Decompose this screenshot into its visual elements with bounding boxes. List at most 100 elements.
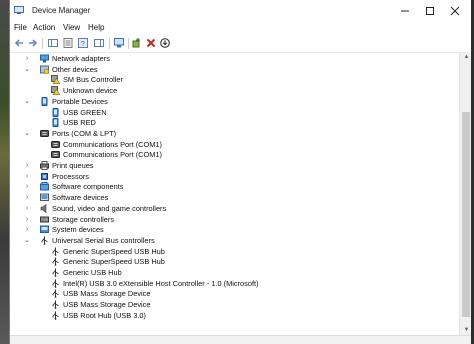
device-manager-app-icon <box>14 6 24 14</box>
tree-item-label: Sound, video and game controllers <box>52 203 167 213</box>
tree-device-item[interactable]: SM Bus Controller <box>51 74 123 85</box>
tree-category[interactable]: Network adapters <box>40 53 110 64</box>
tree-category[interactable]: Print queues <box>40 160 94 171</box>
tree-item-label: Generic SuperSpeed USB Hub <box>63 257 165 267</box>
update-driver-button[interactable] <box>131 37 143 49</box>
tree-category[interactable]: Ports (COM & LPT) <box>40 128 116 139</box>
tree-category[interactable]: Software components <box>40 181 123 192</box>
chevron-right-icon[interactable]: › <box>23 181 31 192</box>
scroll-up-arrow[interactable]: ▲ <box>460 52 471 62</box>
back-arrow-icon <box>14 39 23 47</box>
scroll-down-arrow[interactable]: ▼ <box>460 325 471 335</box>
tree-category[interactable]: Universal Serial Bus controllers <box>40 235 155 246</box>
close-button[interactable] <box>440 2 470 20</box>
status-bar <box>10 335 471 344</box>
forward-button[interactable] <box>27 37 39 49</box>
tree-device-item[interactable]: Generic SuperSpeed USB Hub <box>51 256 165 267</box>
tree-item-label: USB Root Hub (USB 3.0) <box>63 310 146 320</box>
tree-device-item[interactable]: USB GREEN <box>51 107 107 118</box>
tree-item-label: Print queues <box>52 161 94 170</box>
menu-view[interactable]: View <box>63 23 80 32</box>
tree-item-label: Unknown device <box>63 86 118 96</box>
tree-device-item[interactable]: USB RED <box>51 117 96 128</box>
tree-category[interactable]: Portable Devices <box>40 96 108 107</box>
menu-action[interactable]: Action <box>33 23 55 32</box>
svg-text:?: ? <box>81 41 85 48</box>
chevron-right-icon[interactable]: › <box>23 203 31 214</box>
port-icon <box>40 129 49 137</box>
chevron-right-icon[interactable]: › <box>23 192 31 203</box>
tree-category[interactable]: Storage controllers <box>40 214 114 225</box>
tree-item-label: Network adapters <box>52 54 110 63</box>
tree-device-item[interactable]: Communications Port (COM1) <box>51 149 162 160</box>
close-icon <box>450 6 460 16</box>
tree-device-item[interactable]: Unknown device <box>51 85 117 96</box>
device-manager-window: Device Manager File Action View Help ? ›… <box>9 0 471 344</box>
usb-icon <box>52 311 59 320</box>
chevron-right-icon[interactable]: › <box>23 160 31 171</box>
chevron-down-icon[interactable]: ⌄ <box>23 128 31 139</box>
device-tree: › Network adapters ⌄ Other devices SM Bus Co… <box>10 52 457 335</box>
tree-item-label: Communications Port (COM1) <box>63 139 162 149</box>
show-hide-console-tree-button[interactable] <box>47 37 59 49</box>
tree-device-item[interactable]: USB Root Hub (USB 3.0) <box>51 310 146 321</box>
chevron-down-icon[interactable]: ⌄ <box>23 235 31 246</box>
tree-item-label: USB GREEN <box>63 107 107 117</box>
software-device-icon <box>40 193 49 202</box>
tree-category[interactable]: Software devices <box>40 192 108 203</box>
tree-category[interactable]: Other devices <box>40 64 98 75</box>
tree-device-item[interactable]: Generic USB Hub <box>51 267 122 278</box>
network-adapter-icon <box>40 54 49 63</box>
tree-item-label: Communications Port (COM1) <box>63 150 162 160</box>
chevron-right-icon[interactable]: › <box>23 171 31 182</box>
chevron-down-icon[interactable]: ⌄ <box>23 64 31 75</box>
tree-device-item[interactable]: USB Mass Storage Device <box>51 288 151 299</box>
chevron-right-icon[interactable]: › <box>23 53 31 64</box>
title-bar[interactable]: Device Manager <box>10 0 471 22</box>
properties-button[interactable] <box>62 37 74 49</box>
tree-item-label: Other devices <box>52 64 98 74</box>
usb-icon <box>52 268 59 277</box>
tree-device-item[interactable]: USB Mass Storage Device <box>51 299 151 310</box>
tree-item-label: Generic SuperSpeed USB Hub <box>63 246 165 256</box>
tree-device-item[interactable]: Intel(R) USB 3.0 eXtensible Host Control… <box>51 278 259 289</box>
desktop-background <box>0 0 9 344</box>
action-pane-button[interactable] <box>93 37 105 49</box>
console-tree-icon <box>48 39 58 47</box>
tree-device-item[interactable]: Communications Port (COM1) <box>51 139 162 150</box>
toolbar-separator <box>109 38 110 49</box>
toolbar: ? <box>10 35 471 53</box>
tree-item-label: USB Mass Storage Device <box>63 289 151 299</box>
help-icon: ? <box>78 38 88 48</box>
portable-device-icon <box>52 118 59 128</box>
back-button[interactable] <box>13 37 25 49</box>
window-title: Device Manager <box>32 6 91 15</box>
usb-icon <box>52 247 59 256</box>
menu-help[interactable]: Help <box>88 23 104 32</box>
vertical-scrollbar[interactable]: ▲ ▼ <box>459 52 471 335</box>
tree-item-label: Software devices <box>52 193 109 203</box>
system-device-icon <box>40 225 49 234</box>
other-devices-icon <box>40 65 49 74</box>
unknown-device-warning-icon <box>51 86 60 96</box>
tree-item-label: SM Bus Controller <box>63 75 123 85</box>
update-driver-icon <box>132 38 140 48</box>
chevron-down-icon[interactable]: ⌄ <box>23 96 31 107</box>
tree-device-item[interactable]: Generic SuperSpeed USB Hub <box>51 246 165 257</box>
tree-item-label: Processors <box>52 171 89 181</box>
uninstall-device-button[interactable] <box>145 37 157 49</box>
toolbar-separator <box>42 38 43 49</box>
unknown-device-warning-icon <box>51 75 60 85</box>
tree-category[interactable]: Sound, video and game controllers <box>40 203 166 214</box>
chevron-right-icon[interactable]: › <box>23 224 31 235</box>
chevron-right-icon[interactable]: › <box>23 214 31 225</box>
tree-category[interactable]: System devices <box>40 224 104 235</box>
scrollbar-thumb[interactable] <box>462 112 470 317</box>
printer-icon <box>40 161 49 170</box>
tree-category[interactable]: Processors <box>40 171 89 182</box>
uninstall-x-icon <box>146 38 156 48</box>
help-button[interactable]: ? <box>77 37 89 49</box>
scan-hardware-changes-button[interactable] <box>113 37 125 49</box>
menu-file[interactable]: File <box>14 23 27 32</box>
disable-device-button[interactable] <box>159 37 171 49</box>
